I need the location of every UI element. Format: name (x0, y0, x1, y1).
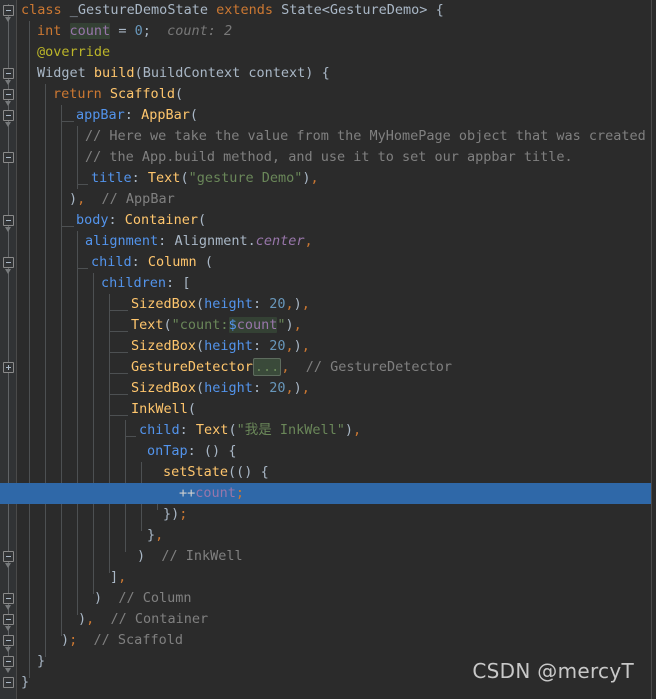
code-editor[interactable]: class _GestureDemoState extends State<Ge… (0, 0, 656, 699)
right-edge-strip (652, 0, 656, 699)
folded-region-placeholder[interactable]: ... (252, 358, 282, 376)
inline-param-hint: count: 2 (167, 23, 233, 39)
watermark-text: CSDN @mercyT (472, 659, 634, 683)
usage-highlight-count-interp: $count (228, 317, 278, 333)
code-lines: class _GestureDemoState extends State<Ge… (0, 0, 656, 699)
usage-highlight-count: count (69, 23, 111, 39)
code-line-23[interactable]: ++count; (0, 483, 651, 504)
